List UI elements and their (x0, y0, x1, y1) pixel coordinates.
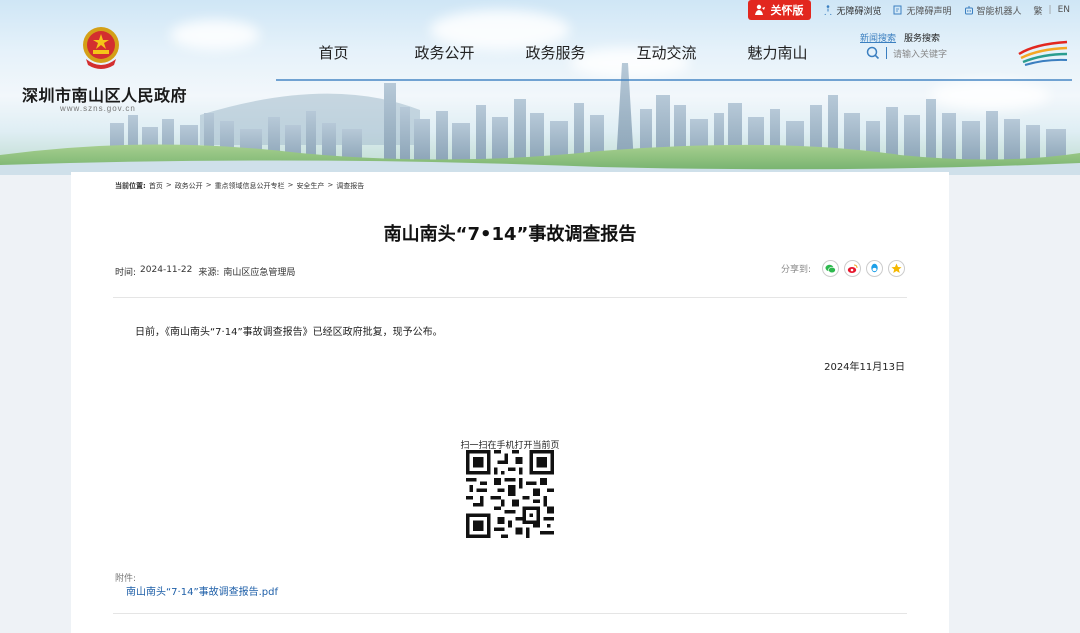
nav-item-gov-service[interactable]: 政务服务 (500, 42, 611, 63)
qr-code-image (466, 450, 554, 538)
search-tab-service[interactable]: 服务搜索 (904, 31, 940, 44)
share-bar: 分享到: (781, 260, 905, 277)
search-divider (886, 47, 887, 59)
breadcrumb-item-reports[interactable]: 调查报告 (336, 181, 364, 191)
article-source: 南山区应急管理局 (223, 268, 296, 278)
robot-icon (964, 6, 973, 15)
traditional-chinese-link[interactable]: 繁 (1034, 4, 1043, 17)
breadcrumb-label: 当前位置: (115, 182, 146, 190)
national-emblem-icon (83, 27, 119, 69)
care-person-icon (755, 4, 766, 15)
robot-label: 智能机器人 (976, 6, 1022, 17)
footer-divider (113, 613, 907, 614)
article-paragraph: 日前，《南山南头“7·14”事故调查报告》已经区政府批复，现予公布。 (135, 327, 443, 338)
search-tab-news[interactable]: 新闻搜索 (860, 31, 896, 44)
accessibility-icon (825, 5, 832, 15)
breadcrumb-sep: > (287, 181, 294, 189)
care-mode-label: 关怀版 (770, 4, 804, 17)
site-url: www.szns.gov.cn (60, 104, 136, 113)
source-label: 来源: (198, 268, 220, 278)
nav-underline (276, 79, 1072, 81)
qzone-share-icon[interactable] (888, 260, 905, 277)
article-meta: 时间: 2024-11-22 来源: 南山区应急管理局 (115, 265, 295, 278)
article-card: 当前位置: 首页 > 政务公开 > 重点领域信息公开专栏 > 安全生产 > 调查… (71, 172, 949, 633)
breadcrumb: 当前位置: 首页 > 政务公开 > 重点领域信息公开专栏 > 安全生产 > 调查… (115, 181, 364, 191)
main-nav: 首页 政务公开 政务服务 互动交流 魅力南山 (278, 42, 858, 63)
robot-link[interactable]: 智能机器人 (964, 4, 1022, 17)
breadcrumb-item-home[interactable]: 首页 (149, 181, 163, 191)
top-utility-bar: 关怀版 无障碍浏览 无障碍声明 智能机器人 繁 | EN (748, 0, 1080, 20)
time-label: 时间: (115, 268, 137, 278)
accessible-browse-label: 无障碍浏览 (836, 6, 882, 17)
breadcrumb-item-gov-open[interactable]: 政务公开 (175, 181, 203, 191)
edit-doc-icon (893, 5, 902, 15)
search-box: 请输入关键字 (866, 46, 947, 60)
attachment-pdf-link[interactable]: 南山南头“7·14”事故调查报告.pdf (126, 583, 278, 598)
english-link[interactable]: EN (1058, 5, 1070, 15)
care-mode-button[interactable]: 关怀版 (748, 0, 812, 20)
site-name: 深圳市南山区人民政府 (22, 86, 188, 105)
accessible-browse-link[interactable]: 无障碍浏览 (823, 4, 881, 17)
publish-time: 2024-11-22 (140, 265, 193, 275)
topbar-separator: | (1048, 5, 1052, 15)
accessible-statement-label: 无障碍声明 (906, 6, 952, 17)
breadcrumb-item-safety[interactable]: 安全生产 (296, 181, 324, 191)
nav-item-charm-nanshan[interactable]: 魅力南山 (722, 42, 833, 63)
search-input[interactable]: 请输入关键字 (893, 47, 947, 60)
article-title: 南山南头“7•14”事故调查报告 (383, 224, 637, 245)
nav-item-gov-open[interactable]: 政务公开 (389, 42, 500, 63)
breadcrumb-item-key-areas[interactable]: 重点领域信息公开专栏 (215, 181, 285, 191)
nav-item-interaction[interactable]: 互动交流 (611, 42, 722, 63)
weibo-share-icon[interactable] (844, 260, 861, 277)
breadcrumb-sep: > (205, 181, 212, 189)
search-icon[interactable] (866, 46, 880, 60)
share-label: 分享到: (780, 265, 811, 275)
cloud-decoration (170, 20, 260, 50)
nav-item-home[interactable]: 首页 (278, 42, 389, 63)
breadcrumb-sep: > (327, 181, 334, 189)
meta-divider (113, 297, 907, 298)
city-skyline-image (0, 63, 1080, 175)
breadcrumb-sep: > (165, 181, 172, 189)
search-tabs: 新闻搜索 服务搜索 (860, 31, 940, 44)
accessible-statement-link[interactable]: 无障碍声明 (893, 4, 952, 17)
qq-share-icon[interactable] (866, 260, 883, 277)
wechat-share-icon[interactable] (822, 260, 839, 277)
article-date: 2024年11月13日 (824, 362, 905, 373)
header-banner: 深圳市南山区人民政府 www.szns.gov.cn 关怀版 无障碍浏览 无障碍… (0, 0, 1080, 175)
shenzhen-brand-logo-icon (1018, 40, 1068, 66)
